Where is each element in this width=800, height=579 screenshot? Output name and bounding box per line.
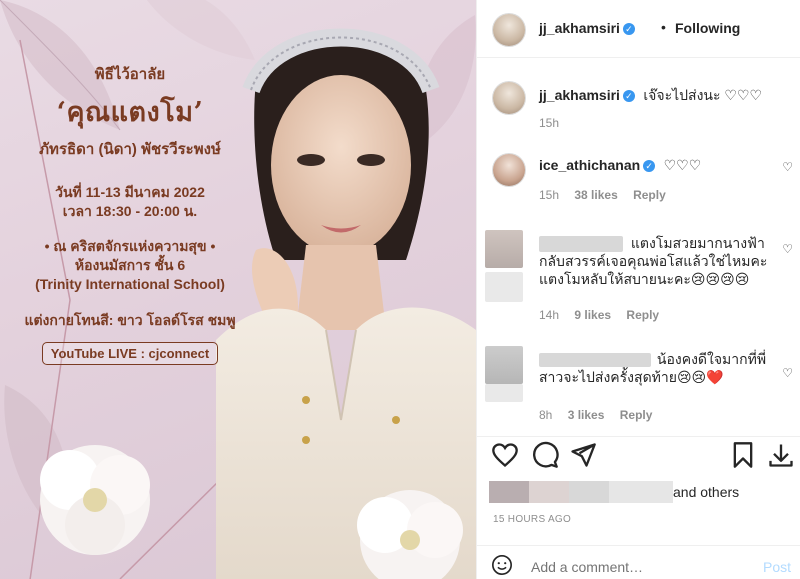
flower-decoration xyxy=(357,490,463,579)
comment-meta: 8h 3 likes Reply xyxy=(539,408,652,422)
comment-meta: 15h 38 likes Reply xyxy=(539,188,666,202)
honoree-fullname: ภัทรธิดา (นิดา) พัชรวีระพงษ์ xyxy=(39,141,221,158)
comment-likes[interactable]: 38 likes xyxy=(574,188,617,202)
share-icon[interactable] xyxy=(569,441,597,469)
blurred-liker[interactable] xyxy=(609,481,673,503)
comment-item: น้องคงดีใจมากที่พี่ สาวจะไปส่งครั้งสุดท้… xyxy=(477,342,800,432)
comment-meta: 14h 9 likes Reply xyxy=(539,308,659,322)
download-icon[interactable] xyxy=(767,441,795,469)
comment-username[interactable]: ice_athichanan xyxy=(539,157,640,173)
blurred-username[interactable] xyxy=(539,353,651,368)
following-button[interactable]: Following xyxy=(675,20,740,36)
comment-time: 14h xyxy=(539,308,560,322)
venue-line: (Trinity International School) xyxy=(35,276,225,292)
avatar xyxy=(485,272,523,302)
comment-item: ice_athichanan ✓ ♡♡♡ 15h 38 likes Reply ♡ xyxy=(477,150,800,210)
like-comment-icon[interactable]: ♡ xyxy=(782,242,793,256)
heart-icon[interactable] xyxy=(491,441,519,469)
emoji-icon[interactable] xyxy=(491,554,513,576)
comments-list[interactable]: jj_akhamsiri ✓ เจ๊จะไปส่งนะ ♡♡♡ 15h ice_a… xyxy=(477,58,800,436)
comment-text: ♡♡♡ xyxy=(663,157,702,173)
comment-text: สาวจะไปส่งครั้งสุดท้าย😢😢❤️ xyxy=(539,369,724,385)
blurred-liker[interactable] xyxy=(569,481,609,503)
avatar[interactable] xyxy=(485,230,523,268)
comment-time: 8h xyxy=(539,408,553,422)
separator-dot: • xyxy=(661,19,666,35)
avatar[interactable] xyxy=(493,82,525,114)
bookmark-icon[interactable] xyxy=(729,441,757,469)
honoree-name: ‘คุณแตงโม’ xyxy=(56,97,204,128)
like-comment-icon[interactable]: ♡ xyxy=(782,366,793,380)
post-timestamp: 15 HOURS AGO xyxy=(493,514,572,525)
comment-text: กลับสวรรค์เจอคุณพ่อโสแล้วใช่ไหมคะ xyxy=(539,253,768,270)
avatar[interactable] xyxy=(485,346,523,384)
reply-button[interactable]: Reply xyxy=(626,308,659,322)
post-side-panel: jj_akhamsiri ✓ • Following jj_akhamsiri ✓ … xyxy=(476,0,800,579)
blurred-liker[interactable] xyxy=(529,481,569,503)
avatar xyxy=(485,384,523,402)
avatar[interactable] xyxy=(493,154,525,186)
flower-decoration xyxy=(40,445,150,555)
comment-likes[interactable]: 3 likes xyxy=(568,408,605,422)
blurred-username[interactable] xyxy=(539,236,623,253)
comment-text: แตงโมหลับให้สบายนะคะ😢😢😢😢 xyxy=(539,271,750,288)
ceremony-title: พิธีไว้อาลัย xyxy=(94,66,166,83)
comment-time: 15h xyxy=(539,188,560,202)
event-datetime: วันที่ 11-13 มีนาคม 2022 เวลา 18:30 - 20… xyxy=(0,183,260,221)
comment-item: แตงโมสวยมากนางฟ้า กลับสวรรค์เจอคุณพ่อโสแ… xyxy=(477,226,800,326)
header-username[interactable]: jj_akhamsiri ✓ xyxy=(539,20,635,36)
dress-code: แต่งกายโทนสี: ขาว โอลด์โรส ชมพู xyxy=(24,312,236,328)
post-comment-button[interactable]: Post xyxy=(763,559,791,575)
avatar[interactable] xyxy=(493,14,525,46)
memorial-announcement: พิธีไว้อาลัย ‘คุณแตงโม’ ภัทรธิดา (นิดา) … xyxy=(0,62,260,365)
comment-input[interactable] xyxy=(531,559,731,575)
like-comment-icon[interactable]: ♡ xyxy=(782,160,793,174)
event-time: เวลา 18:30 - 20:00 น. xyxy=(62,203,198,219)
event-venue: • ณ คริสตจักรแห่งความสุข • ห้องนมัสการ ช… xyxy=(0,237,260,294)
caption: jj_akhamsiri ✓ เจ๊จะไปส่งนะ ♡♡♡ 15h xyxy=(477,76,800,156)
comment-text: น้องคงดีใจมากที่พี่ xyxy=(656,351,767,367)
comment-text: แตงโมสวยมากนางฟ้า xyxy=(630,235,765,251)
event-date: วันที่ 11-13 มีนาคม 2022 xyxy=(55,184,205,200)
comment-text: เจ๊จะไปส่งนะ ♡♡♡ xyxy=(643,87,763,103)
reply-button[interactable]: Reply xyxy=(633,188,666,202)
comment-likes[interactable]: 9 likes xyxy=(574,308,611,322)
reply-button[interactable]: Reply xyxy=(620,408,653,422)
verified-icon: ✓ xyxy=(643,159,656,172)
likes-others-link[interactable]: and others xyxy=(673,484,739,500)
comment-icon[interactable] xyxy=(531,441,559,469)
blurred-liker[interactable] xyxy=(489,481,529,503)
add-comment-bar: Post xyxy=(477,545,800,579)
post-header: jj_akhamsiri ✓ • Following xyxy=(477,0,800,58)
venue-line: ห้องนมัสการ ชั้น 6 xyxy=(74,257,186,273)
youtube-live-badge: YouTube LIVE : cjconnect xyxy=(41,342,219,365)
verified-icon: ✓ xyxy=(622,23,635,36)
post-image[interactable]: พิธีไว้อาลัย ‘คุณแตงโม’ ภัทรธิดา (นิดา) … xyxy=(0,0,476,579)
verified-icon: ✓ xyxy=(622,89,635,102)
comment-username[interactable]: jj_akhamsiri xyxy=(539,87,620,103)
action-bar xyxy=(477,436,800,476)
venue-line: • ณ คริสตจักรแห่งความสุข • xyxy=(44,238,216,254)
username-text[interactable]: jj_akhamsiri xyxy=(539,20,620,36)
comment-time: 15h xyxy=(539,116,560,130)
